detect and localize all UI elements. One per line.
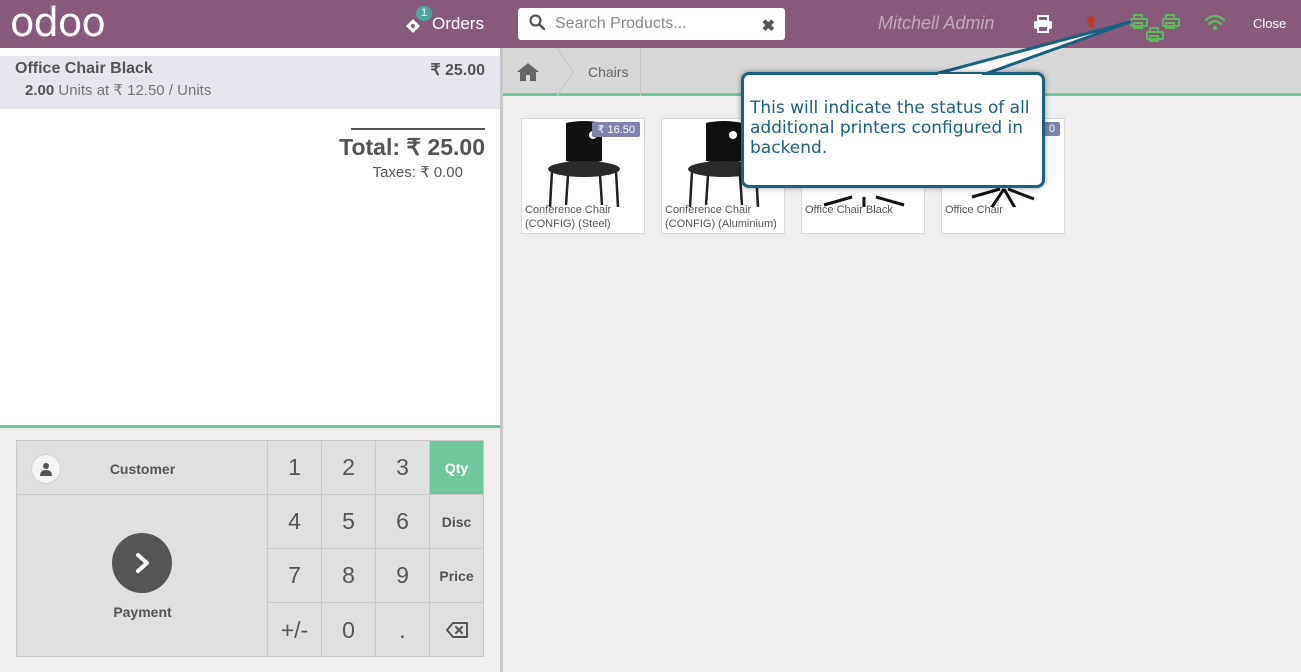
printer-icon[interactable] xyxy=(1033,15,1053,38)
numpad-key-1[interactable]: 1 xyxy=(268,441,322,495)
order-line-qty: 2.00 xyxy=(25,82,55,99)
odoo-logo: odoo xyxy=(10,0,106,46)
mode-qty-button[interactable]: Qty xyxy=(430,441,484,495)
orders-label: Orders xyxy=(432,14,484,33)
numpad-key-0[interactable]: 0 xyxy=(322,603,376,657)
search-input[interactable] xyxy=(555,15,755,33)
backspace-button[interactable] xyxy=(430,603,484,657)
username: Mitchell Admin xyxy=(878,13,995,33)
top-header: odoo 1 Orders ✖ Mitchell Admin Close xyxy=(0,0,1301,48)
order-total: Total: ₹ 25.00 xyxy=(339,134,485,160)
search-icon xyxy=(529,13,546,35)
mode-price-button[interactable]: Price xyxy=(430,549,484,603)
orders-count-badge: 1 xyxy=(416,6,433,21)
product-card[interactable]: ₹ 16.50 Conference Chair (CONFIG) (Steel… xyxy=(521,118,645,234)
mode-disc-button[interactable]: Disc xyxy=(430,495,484,549)
customer-button[interactable]: Customer xyxy=(17,441,268,495)
panel-divider xyxy=(500,48,503,672)
wifi-icon[interactable] xyxy=(1204,14,1226,37)
clear-search-icon[interactable]: ✖ xyxy=(762,16,775,36)
control-panel: Customer Payment 1 2 3 Qty 4 5 6 Disc 7 … xyxy=(0,425,500,672)
product-name: Office Chair Black xyxy=(805,204,893,216)
numpad-key-9[interactable]: 9 xyxy=(376,549,430,603)
product-price-tag: ₹ 16.50 xyxy=(592,122,640,137)
numpad-key-5[interactable]: 5 xyxy=(322,495,376,549)
order-line-product-name: Office Chair Black xyxy=(15,60,153,77)
chevron-right-icon xyxy=(112,533,172,593)
orders-button[interactable]: 1 Orders xyxy=(404,6,484,38)
product-name: Office Chair xyxy=(945,204,1003,216)
breadcrumb-end-divider xyxy=(640,48,641,96)
close-button[interactable]: Close xyxy=(1253,16,1286,31)
customer-label: Customer xyxy=(109,461,176,477)
breadcrumb-separator xyxy=(556,48,574,96)
home-icon[interactable] xyxy=(516,62,540,87)
numpad-key-4[interactable]: 4 xyxy=(268,495,322,549)
numpad-key-sign[interactable]: +/- xyxy=(268,603,322,657)
product-name: Conference Chair (CONFIG) (Aluminium) xyxy=(665,204,777,230)
product-search: ✖ xyxy=(518,8,785,40)
order-line-unit-info: Units at ₹ 12.50 / Units xyxy=(54,82,212,99)
backspace-icon xyxy=(446,617,468,644)
scale-icon[interactable] xyxy=(1083,14,1099,33)
ticket-icon: 1 xyxy=(404,6,433,34)
order-line-info: 2.00 Units at ₹ 12.50 / Units xyxy=(25,81,211,99)
additional-printers-status-icon[interactable] xyxy=(1130,14,1182,51)
total-divider xyxy=(351,128,485,130)
numpad-key-6[interactable]: 6 xyxy=(376,495,430,549)
printer-status-tooltip: This will indicate the status of all add… xyxy=(741,72,1045,188)
order-taxes: Taxes: ₹ 0.00 xyxy=(372,164,463,181)
numpad-key-dot[interactable]: . xyxy=(376,603,430,657)
product-price-tag: 0 xyxy=(1043,122,1060,136)
order-line[interactable]: Office Chair Black ₹ 25.00 2.00 Units at… xyxy=(0,56,500,109)
numpad-key-2[interactable]: 2 xyxy=(322,441,376,495)
order-line-price: ₹ 25.00 xyxy=(430,62,485,79)
breadcrumb-category-chairs[interactable]: Chairs xyxy=(588,64,628,80)
numpad-key-7[interactable]: 7 xyxy=(268,549,322,603)
payment-button[interactable]: Payment xyxy=(17,495,268,657)
numpad-key-3[interactable]: 3 xyxy=(376,441,430,495)
numpad-area: Customer Payment 1 2 3 Qty 4 5 6 Disc 7 … xyxy=(16,440,484,657)
payment-label: Payment xyxy=(113,604,172,620)
product-name: Conference Chair (CONFIG) (Steel) xyxy=(525,204,612,230)
numpad-key-8[interactable]: 8 xyxy=(322,549,376,603)
